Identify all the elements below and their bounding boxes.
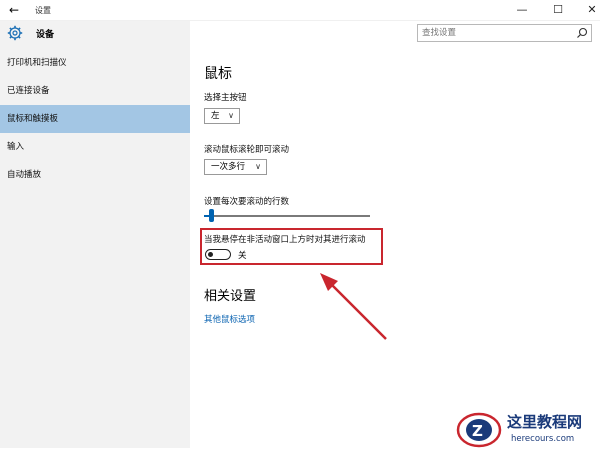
main-content: 鼠标 选择主按钮 左 ∨ 滚动鼠标滚轮即可滚动 一次多行 ∨ 设置每次要滚动的行… [190,21,600,448]
back-arrow-icon[interactable]: ← [9,3,19,17]
window-title: 设置 [35,6,51,15]
sidebar-item-connected-devices[interactable]: 已连接设备 [0,77,190,105]
sidebar-item-printers[interactable]: 打印机和扫描仪 [0,49,190,77]
sidebar-title: 设备 [36,30,55,40]
sidebar-header[interactable]: 设备 [0,21,190,45]
gear-icon [7,25,23,41]
watermark-cn: 这里教程网 [507,413,583,431]
maximize-button[interactable]: ☐ [544,2,572,18]
watermark: Z 这里教程网 herecours.com [455,409,600,449]
minimize-button[interactable]: — [508,2,536,18]
search-box[interactable] [417,24,592,42]
sidebar-item-typing[interactable]: 输入 [0,133,190,161]
watermark-en: herecours.com [511,434,575,444]
search-icon[interactable] [576,27,588,39]
sidebar: 设备 打印机和扫描仪 已连接设备 鼠标和触摸板 输入 自动播放 [0,21,190,448]
close-button[interactable]: ✕ [578,2,600,18]
sidebar-item-mouse-touchpad[interactable]: 鼠标和触摸板 [0,105,190,133]
svg-text:Z: Z [472,422,483,440]
search-input[interactable] [422,27,572,39]
watermark-logo-icon: Z [456,412,502,448]
annotation-arrow-icon [320,273,387,340]
title-bar: ← 设置 — ☐ ✕ [0,0,600,21]
sidebar-item-autoplay[interactable]: 自动播放 [0,161,190,189]
